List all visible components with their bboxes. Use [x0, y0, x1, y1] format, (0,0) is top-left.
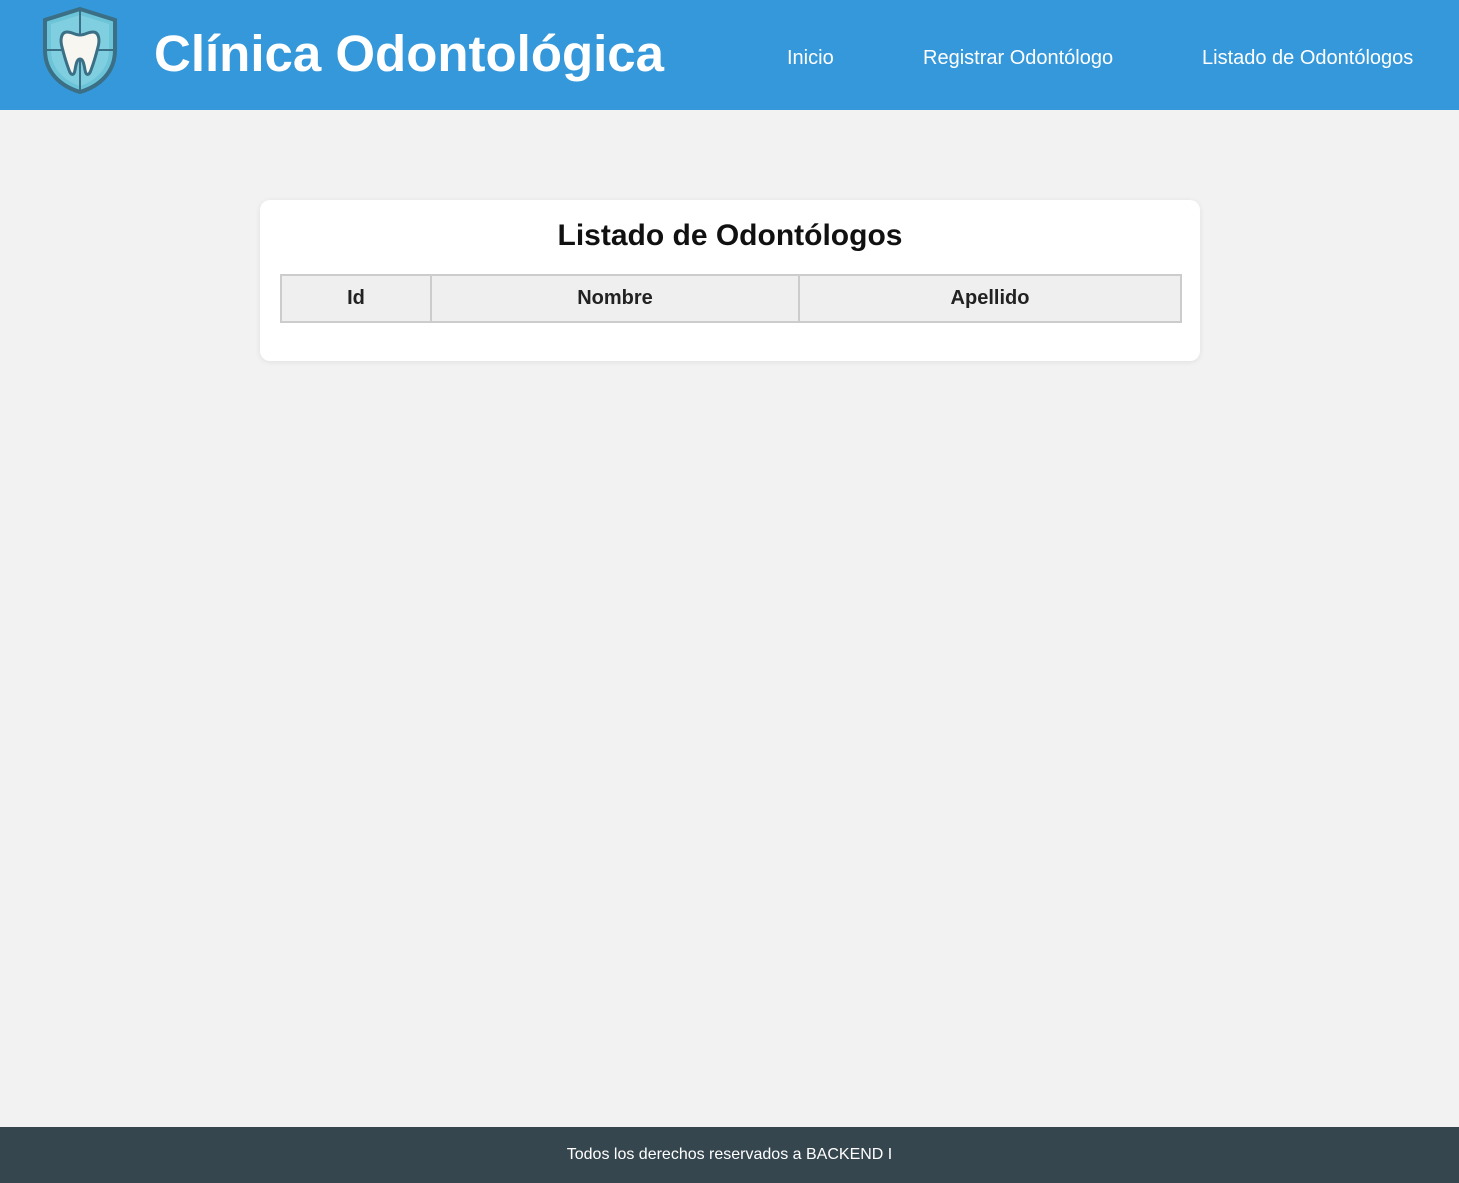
site-header: Clínica Odontológica Inicio Registrar Od…: [0, 0, 1459, 110]
column-header-id: Id: [280, 274, 432, 323]
site-footer: Todos los derechos reservados a BACKEND …: [0, 1127, 1459, 1183]
dentist-list-card: Listado de Odontólogos Id Nombre Apellid…: [260, 200, 1200, 361]
brand-title: Clínica Odontológica: [154, 25, 665, 82]
nav-link-inicio[interactable]: Inicio: [787, 46, 834, 70]
dentist-table: Id Nombre Apellido: [280, 274, 1182, 323]
tooth-shield-icon: [39, 6, 121, 95]
footer-text: Todos los derechos reservados a BACKEND …: [566, 1146, 893, 1163]
table-header-row: Id Nombre Apellido: [280, 274, 1182, 323]
nav-link-registrar-odontologo[interactable]: Registrar Odontólogo: [923, 46, 1113, 70]
column-header-nombre: Nombre: [430, 274, 800, 323]
nav-link-listado-odontologos[interactable]: Listado de Odontólogos: [1202, 46, 1413, 70]
column-header-apellido: Apellido: [798, 274, 1182, 323]
page-title: Listado de Odontólogos: [557, 219, 903, 252]
